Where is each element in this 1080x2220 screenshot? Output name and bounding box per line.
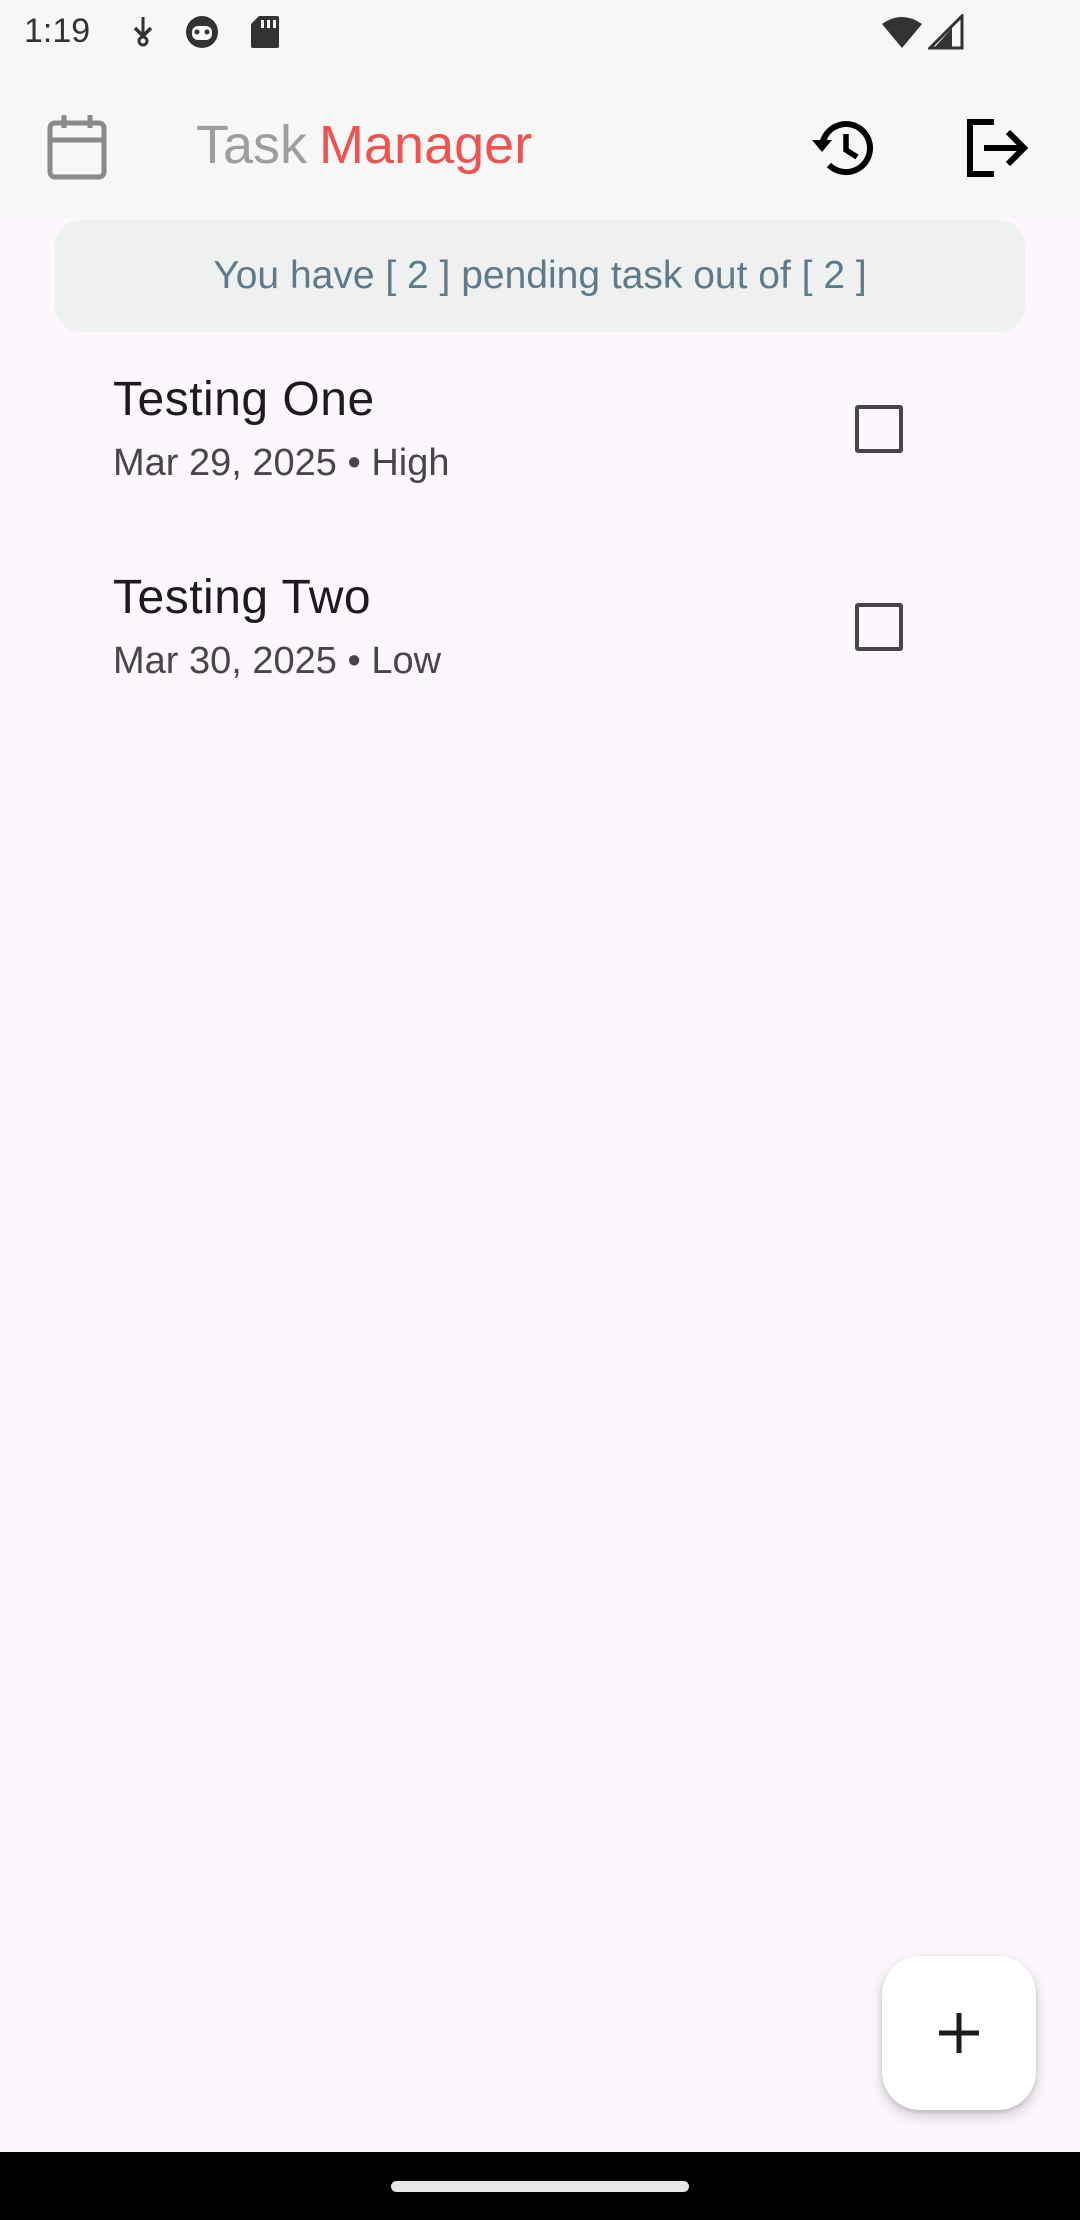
- task-title: Testing Two: [113, 571, 372, 624]
- wifi-icon: [880, 16, 924, 55]
- calendar-button[interactable]: [40, 110, 114, 184]
- task-item[interactable]: Testing Two Mar 30, 2025 • Low: [0, 570, 1080, 768]
- history-button[interactable]: [810, 114, 878, 182]
- usb-debug-icon: [128, 14, 158, 53]
- sd-card-icon: [250, 14, 280, 55]
- status-time: 1:19: [24, 12, 91, 50]
- signal-icon: [926, 12, 964, 55]
- task-checkbox[interactable]: [855, 603, 903, 651]
- plus-icon: [939, 2013, 979, 2053]
- logout-button[interactable]: [962, 114, 1030, 182]
- task-checkbox[interactable]: [855, 405, 903, 453]
- add-task-button[interactable]: [882, 1956, 1036, 2110]
- task-subtitle: Mar 29, 2025 • High: [113, 442, 450, 484]
- task-title: Testing One: [113, 373, 375, 426]
- logout-icon: [967, 119, 1029, 177]
- calendar-icon: [47, 115, 107, 180]
- app-title: Task Manager: [196, 114, 532, 176]
- face-icon: [184, 14, 220, 55]
- navigation-bar: [0, 2152, 1080, 2220]
- app-title-task: Task: [196, 115, 308, 175]
- app-bar: Task Manager: [0, 66, 1080, 218]
- pending-summary-banner: You have [ 2 ] pending task out of [ 2 ]: [55, 220, 1025, 332]
- task-item[interactable]: Testing One Mar 29, 2025 • High: [0, 372, 1080, 570]
- home-handle[interactable]: [391, 2181, 689, 2192]
- status-bar: 1:19: [0, 0, 1080, 66]
- history-icon: [812, 121, 873, 176]
- screen: 1:19 Task Manager You have [2] pending…: [0, 0, 1080, 2220]
- app-title-manager: Manager: [319, 115, 533, 175]
- task-subtitle: Mar 30, 2025 • Low: [113, 640, 442, 682]
